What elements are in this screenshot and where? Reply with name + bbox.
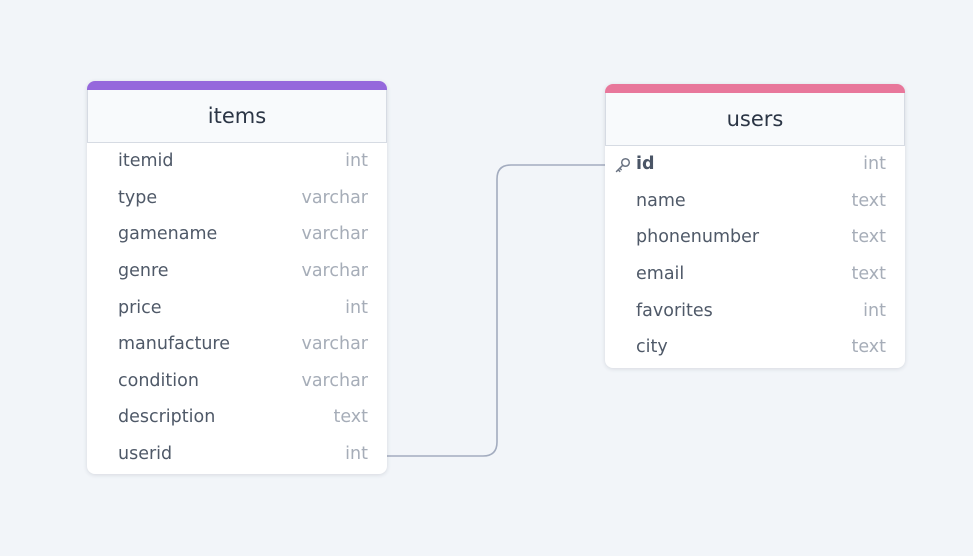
field-row[interactable]: genre varchar — [87, 253, 387, 290]
field-row[interactable]: gamename varchar — [87, 216, 387, 253]
field-type: int — [863, 154, 886, 175]
field-row[interactable]: manufacture varchar — [87, 326, 387, 363]
field-type: text — [851, 227, 886, 248]
table-header[interactable]: items — [87, 90, 387, 143]
field-name: condition — [118, 370, 199, 391]
field-type: int — [345, 151, 368, 172]
table-items[interactable]: items itemid int type varchar gamename v… — [87, 81, 387, 475]
field-type: text — [851, 190, 886, 211]
field-name: manufacture — [118, 334, 230, 355]
field-row[interactable]: favorites int — [605, 292, 905, 329]
table-header[interactable]: users — [605, 93, 905, 146]
field-name: gamename — [118, 224, 218, 245]
field-name: phonenumber — [636, 227, 760, 248]
field-type: text — [851, 264, 886, 285]
field-type: varchar — [301, 334, 368, 355]
field-row[interactable]: userid int — [87, 436, 387, 473]
field-name: genre — [118, 261, 169, 282]
field-name: price — [118, 297, 162, 318]
field-list: id int name text phonenumber text email … — [605, 146, 905, 368]
field-name: userid — [118, 444, 173, 465]
field-type: int — [345, 444, 368, 465]
field-type: text — [333, 407, 368, 428]
field-type: int — [345, 297, 368, 318]
field-row[interactable]: phonenumber text — [605, 219, 905, 256]
field-type: text — [851, 337, 886, 358]
field-row[interactable]: condition varchar — [87, 363, 387, 400]
field-row[interactable]: type varchar — [87, 180, 387, 217]
field-row[interactable]: city text — [605, 329, 905, 366]
field-row[interactable]: email text — [605, 256, 905, 293]
key-icon — [615, 157, 631, 173]
field-name: name — [636, 190, 686, 211]
table-users[interactable]: users id int name text phonenumber text … — [605, 84, 905, 368]
field-type: varchar — [301, 370, 368, 391]
field-type: int — [863, 300, 886, 321]
field-name: city — [636, 337, 668, 358]
field-name: description — [118, 407, 216, 428]
field-type: varchar — [301, 261, 368, 282]
field-row[interactable]: description text — [87, 399, 387, 436]
field-row[interactable]: itemid int — [87, 143, 387, 180]
field-list: itemid int type varchar gamename varchar… — [87, 143, 387, 474]
field-type: varchar — [301, 224, 368, 245]
field-name: type — [118, 187, 158, 208]
table-accent-bar — [87, 81, 387, 90]
field-name: favorites — [636, 300, 713, 321]
table-accent-bar — [605, 84, 905, 93]
field-row[interactable]: name text — [605, 183, 905, 220]
field-type: varchar — [301, 187, 368, 208]
field-row-primary-key[interactable]: id int — [605, 146, 905, 183]
field-name: email — [636, 264, 685, 285]
relationship-line-items-userid-users-id[interactable] — [387, 164, 605, 457]
field-row[interactable]: price int — [87, 289, 387, 326]
field-name: itemid — [118, 151, 174, 172]
field-name: id — [636, 154, 655, 175]
